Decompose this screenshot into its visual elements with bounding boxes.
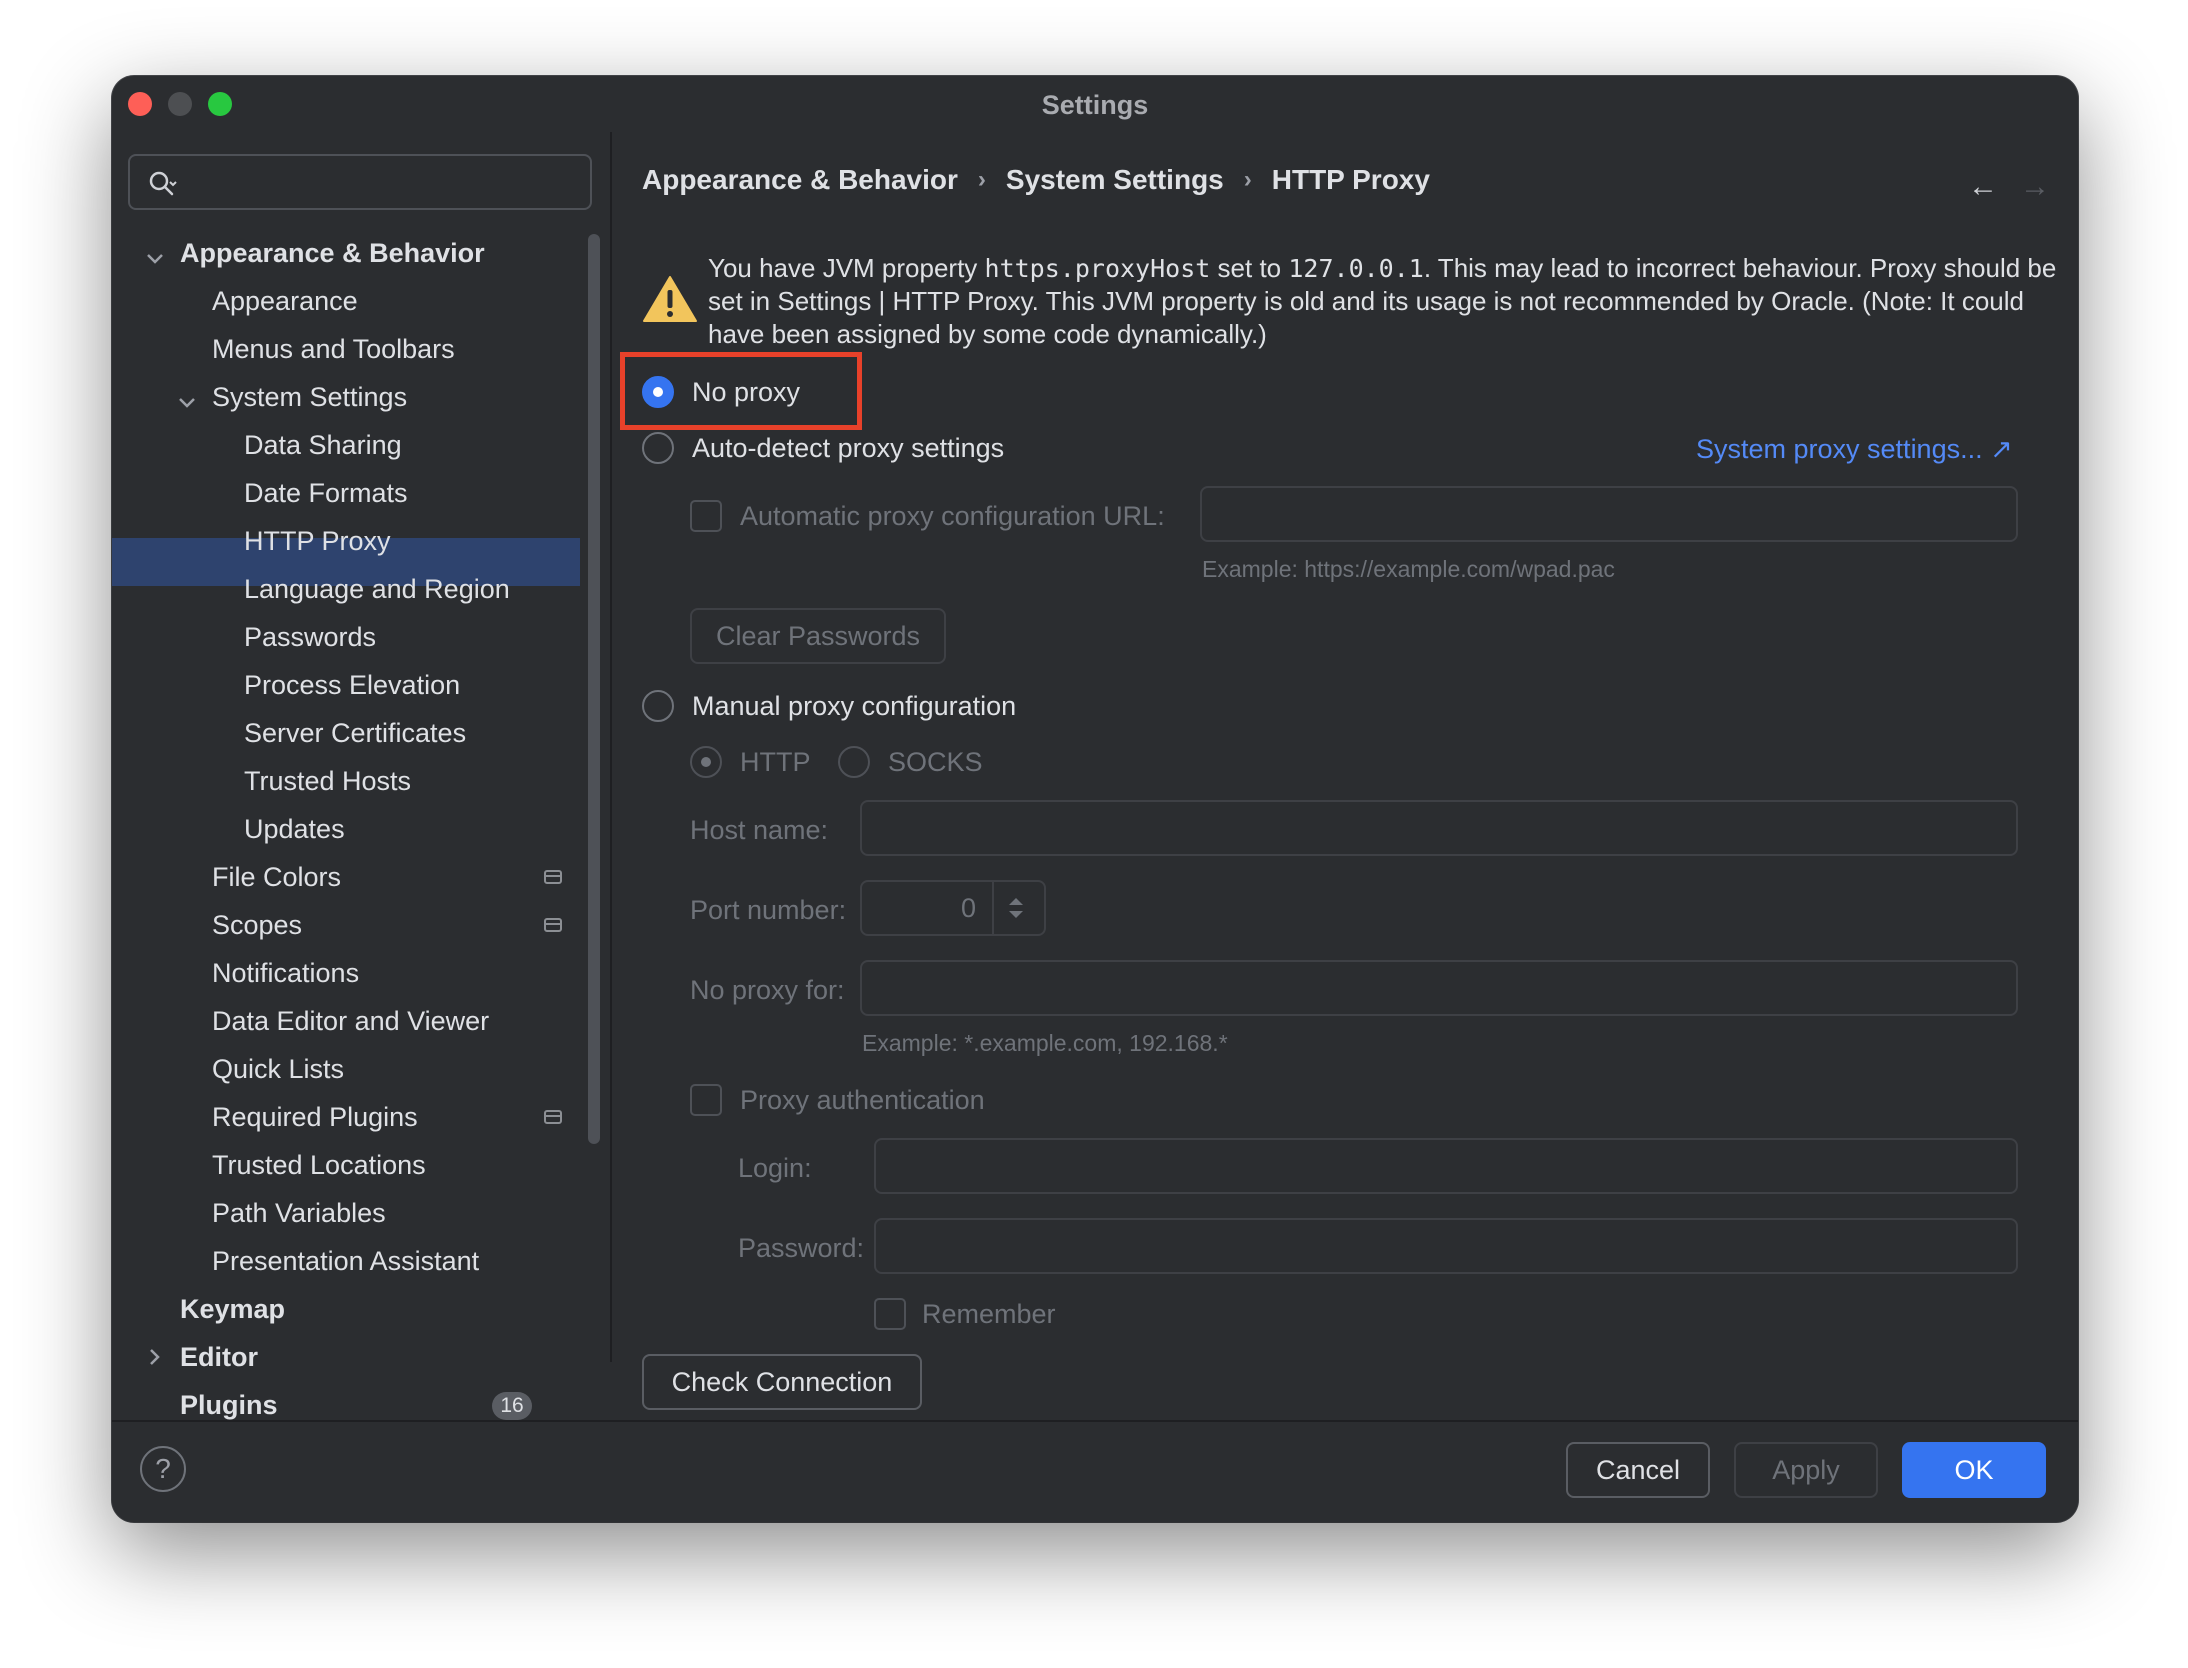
apply-button[interactable]: Apply xyxy=(1734,1442,1878,1498)
breadcrumb-system-settings[interactable]: System Settings xyxy=(1006,164,1224,196)
sidebar-item-updates[interactable]: Updates xyxy=(244,806,345,852)
no-proxy-for-hint: Example: *.example.com, 192.168.* xyxy=(862,1030,1228,1056)
settings-window: Settings Appearance & Behavior Appearanc… xyxy=(112,76,2078,1522)
warning-text-middle: set to xyxy=(1210,253,1289,283)
manual-proxy-label[interactable]: Manual proxy configuration xyxy=(692,688,1016,724)
auto-config-url-hint: Example: https://example.com/wpad.pac xyxy=(1202,556,1615,582)
auto-config-url-label: Automatic proxy configuration URL: xyxy=(740,501,1165,531)
no-proxy-for-label: No proxy for: xyxy=(690,975,845,1005)
plugins-update-badge: 16 xyxy=(492,1392,532,1420)
host-name-label: Host name: xyxy=(690,815,829,845)
window-title: Settings xyxy=(1041,90,1149,120)
warning-text-prefix: You have JVM property xyxy=(708,253,985,283)
stepper-arrows-icon[interactable] xyxy=(1004,894,1028,922)
clear-passwords-button[interactable]: Clear Passwords xyxy=(690,608,946,664)
sidebar-item-menus-toolbars[interactable]: Menus and Toolbars xyxy=(212,326,455,372)
auto-config-url-input[interactable] xyxy=(1200,486,2018,542)
chevron-down-icon[interactable] xyxy=(144,248,166,270)
login-label: Login: xyxy=(738,1153,812,1183)
sidebar-item-appearance[interactable]: Appearance xyxy=(212,278,358,324)
remember-label[interactable]: Remember xyxy=(922,1296,1056,1332)
sidebar-scrollbar[interactable] xyxy=(588,234,600,1144)
sidebar-item-file-colors[interactable]: File Colors xyxy=(212,854,341,900)
http-type-radio[interactable] xyxy=(690,746,722,778)
sidebar-item-path-variables[interactable]: Path Variables xyxy=(212,1190,386,1236)
sidebar-item-system-settings[interactable]: System Settings xyxy=(212,374,407,420)
chevron-right-icon[interactable] xyxy=(144,1346,166,1368)
chevron-down-icon[interactable] xyxy=(176,392,198,414)
sidebar-item-data-editor-viewer[interactable]: Data Editor and Viewer xyxy=(212,998,489,1044)
manual-proxy-radio[interactable] xyxy=(642,690,674,722)
password-input[interactable] xyxy=(874,1218,2018,1274)
sidebar-item-http-proxy[interactable]: HTTP Proxy xyxy=(244,518,391,564)
sidebar-item-data-sharing[interactable]: Data Sharing xyxy=(244,422,402,468)
auto-detect-radio[interactable] xyxy=(642,432,674,464)
sidebar-item-server-certificates[interactable]: Server Certificates xyxy=(244,710,466,756)
sidebar-item-appearance-behavior[interactable]: Appearance & Behavior xyxy=(180,230,485,276)
sidebar-item-editor[interactable]: Editor xyxy=(180,1334,258,1380)
http-type-label[interactable]: HTTP xyxy=(740,744,811,780)
project-level-icon xyxy=(544,870,562,884)
breadcrumb-separator-icon: › xyxy=(977,165,986,193)
sidebar-item-notifications[interactable]: Notifications xyxy=(212,950,359,996)
sidebar-item-date-formats[interactable]: Date Formats xyxy=(244,470,408,516)
port-number-stepper[interactable]: 0 xyxy=(860,880,1046,936)
settings-search-input[interactable] xyxy=(128,154,592,210)
password-label: Password: xyxy=(738,1233,865,1263)
socks-type-label[interactable]: SOCKS xyxy=(888,744,983,780)
jvm-property-warning: You have JVM property https.proxyHost se… xyxy=(708,252,2058,351)
cancel-button[interactable]: Cancel xyxy=(1566,1442,1710,1498)
auto-config-url-checkbox[interactable] xyxy=(690,500,722,532)
sidebar-item-presentation-assistant[interactable]: Presentation Assistant xyxy=(212,1238,479,1284)
back-arrow-icon[interactable]: ← xyxy=(1968,170,1998,204)
ok-button[interactable]: OK xyxy=(1902,1442,2046,1498)
check-connection-button[interactable]: Check Connection xyxy=(642,1354,922,1410)
host-name-input[interactable] xyxy=(860,800,2018,856)
proxy-authentication-checkbox[interactable] xyxy=(690,1084,722,1116)
sidebar-item-passwords[interactable]: Passwords xyxy=(244,614,376,660)
port-number-value[interactable]: 0 xyxy=(862,882,988,934)
auto-detect-label[interactable]: Auto-detect proxy settings xyxy=(692,430,1004,466)
sidebar-item-scopes[interactable]: Scopes xyxy=(212,902,302,948)
proxy-authentication-label[interactable]: Proxy authentication xyxy=(740,1082,985,1118)
socks-type-radio[interactable] xyxy=(838,746,870,778)
warning-value: 127.0.0.1 xyxy=(1288,254,1424,283)
sidebar-item-keymap[interactable]: Keymap xyxy=(180,1286,285,1332)
breadcrumb-appearance-behavior[interactable]: Appearance & Behavior xyxy=(642,164,958,196)
sidebar-item-trusted-locations[interactable]: Trusted Locations xyxy=(212,1142,426,1188)
search-icon xyxy=(149,171,177,196)
sidebar-item-required-plugins[interactable]: Required Plugins xyxy=(212,1094,418,1140)
remember-checkbox[interactable] xyxy=(874,1298,906,1330)
breadcrumb-separator-icon: › xyxy=(1243,165,1252,193)
breadcrumb-http-proxy: HTTP Proxy xyxy=(1271,163,1430,195)
login-input[interactable] xyxy=(874,1138,2018,1194)
sidebar-item-process-elevation[interactable]: Process Elevation xyxy=(244,662,460,708)
forward-arrow-icon[interactable]: → xyxy=(2020,170,2050,204)
no-proxy-for-input[interactable] xyxy=(860,960,2018,1016)
sidebar-item-language-region[interactable]: Language and Region xyxy=(244,566,510,612)
annotation-highlight-box xyxy=(620,352,862,430)
sidebar-item-trusted-hosts[interactable]: Trusted Hosts xyxy=(244,758,411,804)
sidebar-item-quick-lists[interactable]: Quick Lists xyxy=(212,1046,344,1092)
project-level-icon xyxy=(544,918,562,932)
help-icon[interactable]: ? xyxy=(140,1446,186,1492)
warning-icon xyxy=(643,276,697,322)
warning-property: https.proxyHost xyxy=(984,254,1211,283)
title-bar: Settings xyxy=(112,76,2078,132)
port-number-label: Port number: xyxy=(690,895,847,925)
breadcrumb: Appearance & Behavior › System Settings › HT… xyxy=(642,162,1430,202)
project-level-icon xyxy=(544,1110,562,1124)
stepper-divider xyxy=(992,882,994,934)
system-proxy-settings-link[interactable]: System proxy settings... ↗ xyxy=(1696,434,2013,465)
